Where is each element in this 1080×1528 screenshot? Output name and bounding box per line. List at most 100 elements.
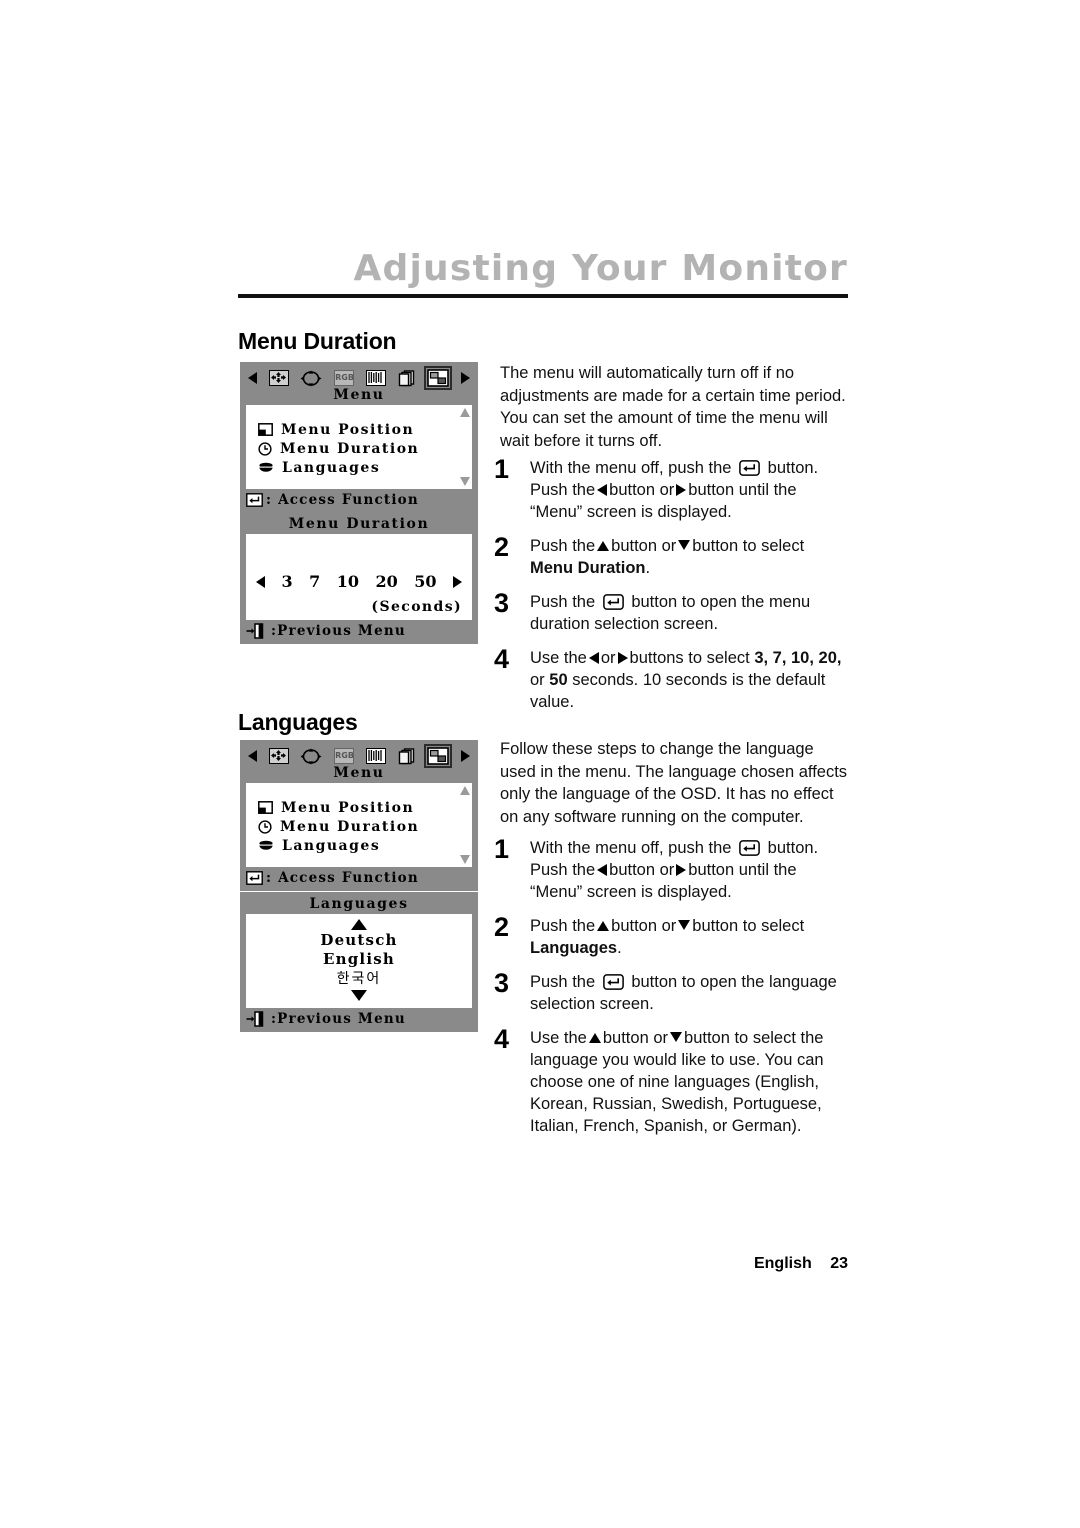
section-heading-menu-duration: Menu Duration — [238, 328, 397, 354]
step-text-part: seconds. 10 seconds is the default value… — [530, 671, 826, 711]
step-text-part: Push the — [530, 593, 596, 611]
step-text-part: With the menu off, push the — [530, 459, 732, 477]
osd-title: Menu — [333, 387, 385, 403]
osd-footer: :Previous Menu — [246, 622, 472, 640]
step-item: 1 With the menu off, push the button. Pu… — [494, 454, 850, 523]
size-icon — [300, 748, 322, 765]
step-text-part: button to select — [692, 537, 805, 555]
down-arrow-icon — [678, 920, 691, 930]
step-item: 1 With the menu off, push the button. Pu… — [494, 836, 850, 903]
step-item: 3 Push the button to open the language s… — [494, 968, 850, 1015]
step-number: 3 — [494, 968, 510, 998]
down-arrow-icon — [670, 1032, 683, 1042]
language-option: English — [323, 950, 395, 968]
step-text-part: button or — [611, 917, 677, 935]
osd-menu-item-label: Languages — [282, 837, 381, 854]
osd-screen-area: Menu Position Menu Duration Languages — [246, 405, 472, 489]
osd-pages-icon — [398, 747, 416, 765]
osd-pages-icon — [398, 369, 416, 387]
step-text: With the menu off, push the button. Push… — [530, 837, 850, 903]
step-text: Push the button or button to select Langua… — [530, 915, 850, 959]
rgb-icon: RGB — [334, 370, 355, 386]
language-option: 한국어 — [336, 971, 382, 987]
step-text-part: . — [645, 559, 651, 577]
osd-title: Menu — [333, 765, 385, 781]
left-arrow-icon — [597, 484, 608, 496]
step-text-part: Use the — [530, 1029, 587, 1047]
osd-menu-item-menu-duration: Menu Duration — [258, 817, 464, 836]
moire-icon — [365, 748, 386, 764]
manual-page: Adjusting Your Monitor Menu Duration Lan… — [0, 0, 1080, 1528]
step-item: 3 Push the button to open the menu durat… — [494, 590, 850, 635]
step-text-emphasis: Menu Duration — [530, 559, 646, 577]
left-arrow-icon — [248, 372, 257, 384]
osd-illustration-menu-duration: Menu Duration 3 7 10 20 50 (Seconds):Pr… — [240, 512, 478, 644]
scroll-up-icon — [460, 408, 470, 417]
left-arrow-icon — [256, 575, 265, 588]
osd-footer-label: : Access Function — [266, 870, 419, 886]
exit-door-icon — [246, 623, 268, 639]
enter-key-icon — [739, 460, 760, 476]
scroll-down-icon — [460, 855, 470, 864]
header-divider — [238, 294, 848, 298]
page-header: Adjusting Your Monitor — [238, 248, 848, 298]
step-text-part: Push the — [530, 973, 596, 991]
step-text: Push the button to open the language sel… — [530, 971, 850, 1015]
osd-screen-area: Menu Position Menu Duration Languages — [246, 783, 472, 867]
step-text-part: Use the — [530, 649, 587, 667]
duration-value: 20 — [375, 572, 398, 591]
step-text: Push the button or button to select Menu D… — [530, 535, 850, 579]
duration-value: 50 — [414, 572, 437, 591]
position-icon — [268, 748, 289, 764]
step-text: Use the button or button to select the lan… — [530, 1027, 850, 1137]
step-text-part: Push the — [530, 537, 596, 555]
osd-menu-item-languages: Languages — [258, 458, 464, 477]
step-text-part: button to select — [692, 917, 805, 935]
enter-key-icon — [246, 871, 263, 885]
right-arrow-icon — [460, 372, 470, 384]
up-arrow-icon — [597, 541, 610, 551]
osd-screen-area: Deutsch English 한국어 — [246, 914, 472, 1008]
scroll-up-icon — [460, 786, 470, 795]
footer-language: English — [753, 1255, 812, 1272]
rgb-icon: RGB — [334, 748, 355, 764]
clock-icon — [258, 819, 272, 834]
step-text-part: button or — [602, 1029, 669, 1047]
window-layout-icon — [258, 423, 273, 436]
left-arrow-icon — [248, 750, 257, 762]
step-text-emphasis: Languages — [530, 939, 618, 957]
step-number: 2 — [494, 912, 510, 942]
duration-value-row: 3 7 10 20 50 — [254, 572, 464, 591]
step-text-part: or — [600, 649, 616, 667]
step-number: 1 — [494, 454, 510, 484]
step-number: 4 — [494, 1024, 510, 1054]
osd-menu-item-label: Menu Duration — [280, 818, 420, 835]
enter-key-icon — [739, 840, 760, 856]
menu-icon — [424, 366, 453, 390]
osd-screen-area: 3 7 10 20 50 (Seconds) — [246, 534, 472, 620]
intro-text: The menu will automatically turn off if … — [500, 364, 846, 450]
step-text: With the menu off, push the button. Push… — [530, 457, 850, 523]
clock-icon — [258, 441, 272, 456]
duration-value: 10 — [336, 572, 359, 591]
right-arrow-icon — [460, 750, 470, 762]
osd-illustration-menu-2: RGB Menu Menu Position Menu Duration Lan… — [240, 740, 478, 891]
window-layout-icon — [258, 801, 273, 814]
right-arrow-icon — [676, 484, 687, 496]
osd-footer: :Previous Menu — [246, 1010, 472, 1028]
step-text-part: or — [530, 671, 545, 689]
position-icon — [268, 370, 289, 386]
osd-footer-label: : Access Function — [266, 492, 419, 508]
up-arrow-icon — [588, 1033, 601, 1043]
size-icon — [300, 370, 322, 387]
osd-icon-bar: RGB — [246, 744, 472, 768]
osd-title: Languages — [309, 896, 409, 912]
osd-icon-bar: RGB — [246, 366, 472, 390]
footer-page-number: 23 — [830, 1255, 848, 1272]
exit-door-icon — [246, 1011, 268, 1027]
step-text-part: button or — [609, 861, 675, 879]
step-text-emphasis: 3, 7, 10, 20, — [754, 649, 842, 667]
step-text: Push the button to open the menu duratio… — [530, 591, 850, 635]
step-text: Use the or buttons to select 3, 7, 10, 20,… — [530, 647, 850, 713]
page-title: Adjusting Your Monitor — [353, 248, 848, 289]
